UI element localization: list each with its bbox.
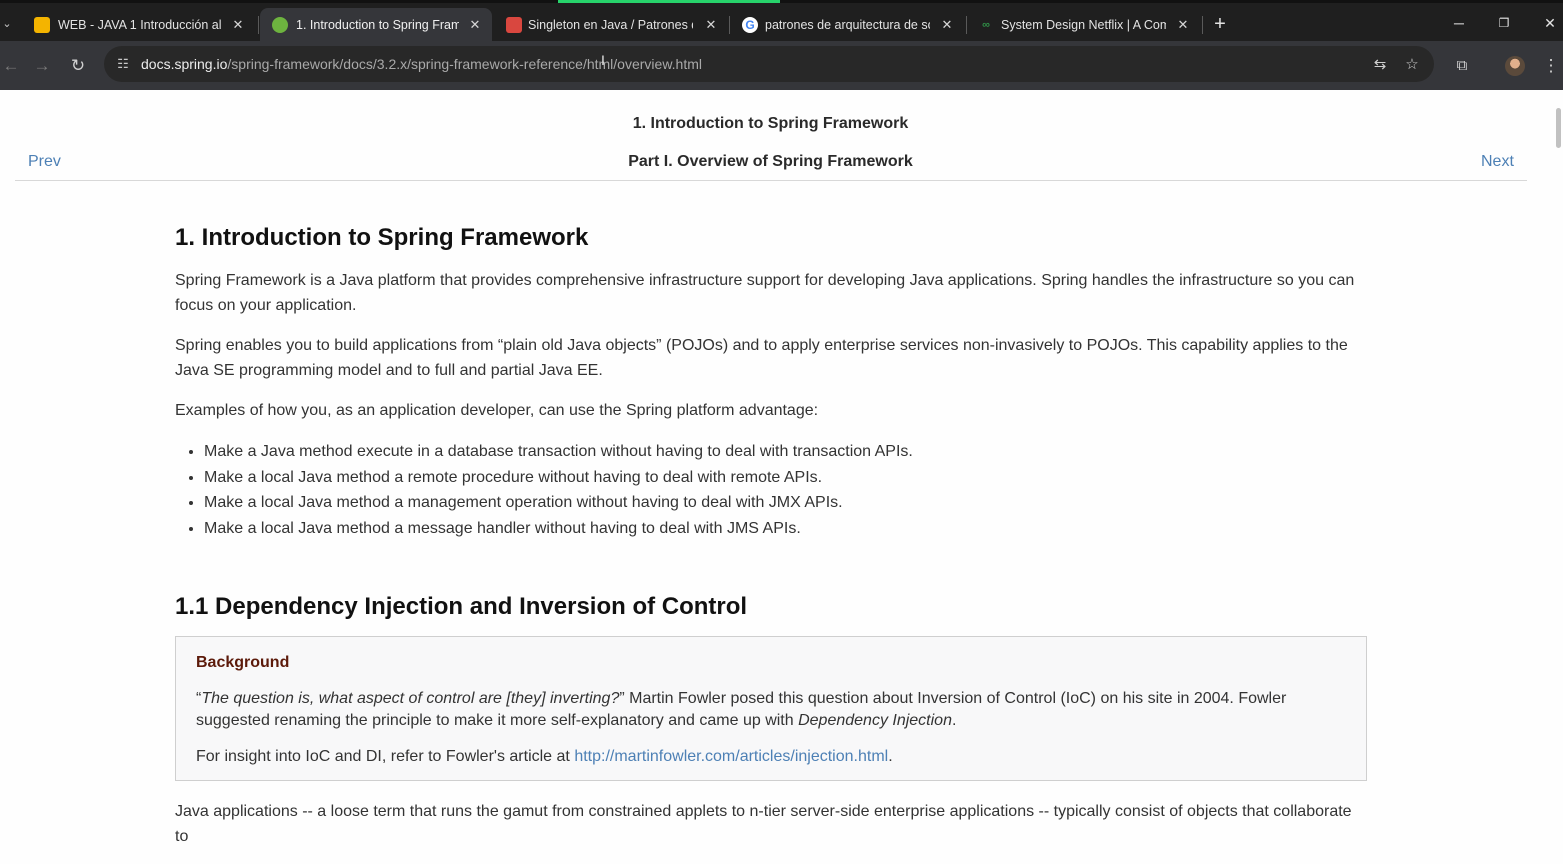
insight-prefix: For insight into IoC and DI, refer to Fo… — [196, 748, 575, 765]
url-text[interactable]: docs.spring.io/spring-framework/docs/3.2… — [141, 56, 702, 73]
profile-avatar[interactable] — [1505, 56, 1525, 76]
tab-search-chevron-icon[interactable]: ⌄ — [0, 13, 14, 35]
tab-strip: ⌄ WEB - JAVA 1 Introducción al de ✕ 1. I… — [0, 0, 1563, 47]
page-title: 1. Introduction to Spring Framework — [175, 224, 589, 251]
restore-icon[interactable]: ❐ — [1489, 10, 1519, 36]
background-sidebar: Background “The question is, what aspect… — [175, 636, 1367, 781]
minimize-icon[interactable]: ─ — [1444, 10, 1474, 36]
sidebar-insight-paragraph: For insight into IoC and DI, refer to Fo… — [196, 746, 1346, 768]
more-menu-icon[interactable]: ⋮ — [1540, 55, 1562, 77]
google-icon: G — [742, 17, 758, 33]
nav-divider — [15, 180, 1527, 181]
list-item: Make a Java method execute in a database… — [204, 439, 1367, 465]
close-icon[interactable]: ✕ — [702, 16, 720, 34]
examples-paragraph: Examples of how you, as an application d… — [175, 402, 819, 419]
nav-header-title: 1. Introduction to Spring Framework — [632, 115, 909, 132]
close-icon[interactable]: ✕ — [466, 16, 484, 34]
spring-leaf-icon — [272, 17, 288, 33]
text-cursor-icon: I — [601, 52, 605, 68]
section-heading: 1.1 Dependency Injection and Inversion o… — [175, 593, 748, 620]
bookmark-star-icon[interactable]: ☆ — [1402, 55, 1422, 75]
close-icon[interactable]: ✕ — [229, 16, 247, 34]
prev-link[interactable]: Prev — [28, 153, 61, 171]
top-strip — [0, 0, 1563, 3]
slides-icon — [34, 17, 50, 33]
tab-title: Singleton en Java / Patrones de — [528, 18, 693, 32]
tab-separator — [258, 16, 259, 34]
forward-arrow-icon[interactable]: → — [31, 55, 53, 77]
tab-title: patrones de arquitectura de sof — [765, 18, 930, 32]
dependency-injection-term: Dependency Injection — [798, 712, 952, 729]
pojo-paragraph: Spring enables you to build applications… — [175, 337, 1348, 379]
insight-suffix: . — [888, 748, 893, 765]
tab-title: System Design Netflix | A Comp — [1001, 18, 1166, 32]
fowler-article-link[interactable]: http://martinfowler.com/articles/injecti… — [574, 748, 888, 765]
article: 1. Introduction to Spring Framework Spri… — [175, 223, 1367, 864]
tab-netflix[interactable]: ∞ System Design Netflix | A Comp ✕ — [966, 8, 1198, 41]
progress-accent — [558, 0, 780, 3]
java-apps-paragraph: Java applications -- a loose term that r… — [175, 803, 1352, 845]
sidebar-title: Background — [196, 654, 290, 671]
tab-patrones[interactable]: G patrones de arquitectura de sof ✕ — [730, 8, 962, 41]
url-host: docs.spring.io — [141, 56, 228, 72]
browser-toolbar: ← → ↻ ☷ docs.spring.io/spring-framework/… — [0, 41, 1563, 90]
page-content: 1. Introduction to Spring Framework Part… — [0, 90, 1563, 845]
list-item: Make a local Java method a remote proced… — [204, 465, 1367, 491]
sidebar-quote-paragraph: “The question is, what aspect of control… — [196, 688, 1346, 732]
tab-title: 1. Introduction to Spring Frame — [296, 18, 459, 32]
intro-paragraph: Spring Framework is a Java platform that… — [175, 272, 1355, 314]
extensions-puzzle-icon[interactable]: ⧉ — [1451, 55, 1473, 77]
reload-icon[interactable]: ↻ — [67, 55, 89, 77]
tab-singleton[interactable]: Singleton en Java / Patrones de ✕ — [494, 8, 726, 41]
window-close-icon[interactable]: ✕ — [1535, 10, 1563, 36]
tab-web-java[interactable]: WEB - JAVA 1 Introducción al de ✕ — [22, 8, 260, 41]
new-tab-plus-icon[interactable]: + — [1209, 13, 1231, 35]
close-icon[interactable]: ✕ — [938, 16, 956, 34]
geeksforgeeks-icon: ∞ — [982, 19, 990, 31]
site-settings-icon[interactable]: ☷ — [114, 55, 132, 73]
url-path: /spring-framework/docs/3.2.x/spring-fram… — [227, 56, 702, 72]
translate-icon[interactable]: ⇆ — [1370, 55, 1390, 75]
tab-separator — [1202, 16, 1203, 34]
quote-end: . — [951, 712, 957, 729]
next-link[interactable]: Next — [1481, 153, 1514, 171]
back-arrow-icon[interactable]: ← — [0, 55, 22, 77]
close-icon[interactable]: ✕ — [1174, 16, 1192, 34]
address-bar[interactable]: ☷ docs.spring.io/spring-framework/docs/3… — [104, 46, 1434, 82]
list-item: Make a local Java method a message handl… — [204, 516, 1367, 542]
examples-list: Make a Java method execute in a database… — [204, 439, 1367, 541]
refactoring-guru-icon — [506, 17, 522, 33]
fowler-quote: The question is, what aspect of control … — [201, 690, 620, 707]
nav-part-title: Part I. Overview of Spring Framework — [628, 153, 913, 170]
scrollbar-thumb[interactable] — [1556, 108, 1561, 148]
list-item: Make a local Java method a management op… — [204, 490, 1367, 516]
tab-title: WEB - JAVA 1 Introducción al de — [58, 18, 223, 32]
